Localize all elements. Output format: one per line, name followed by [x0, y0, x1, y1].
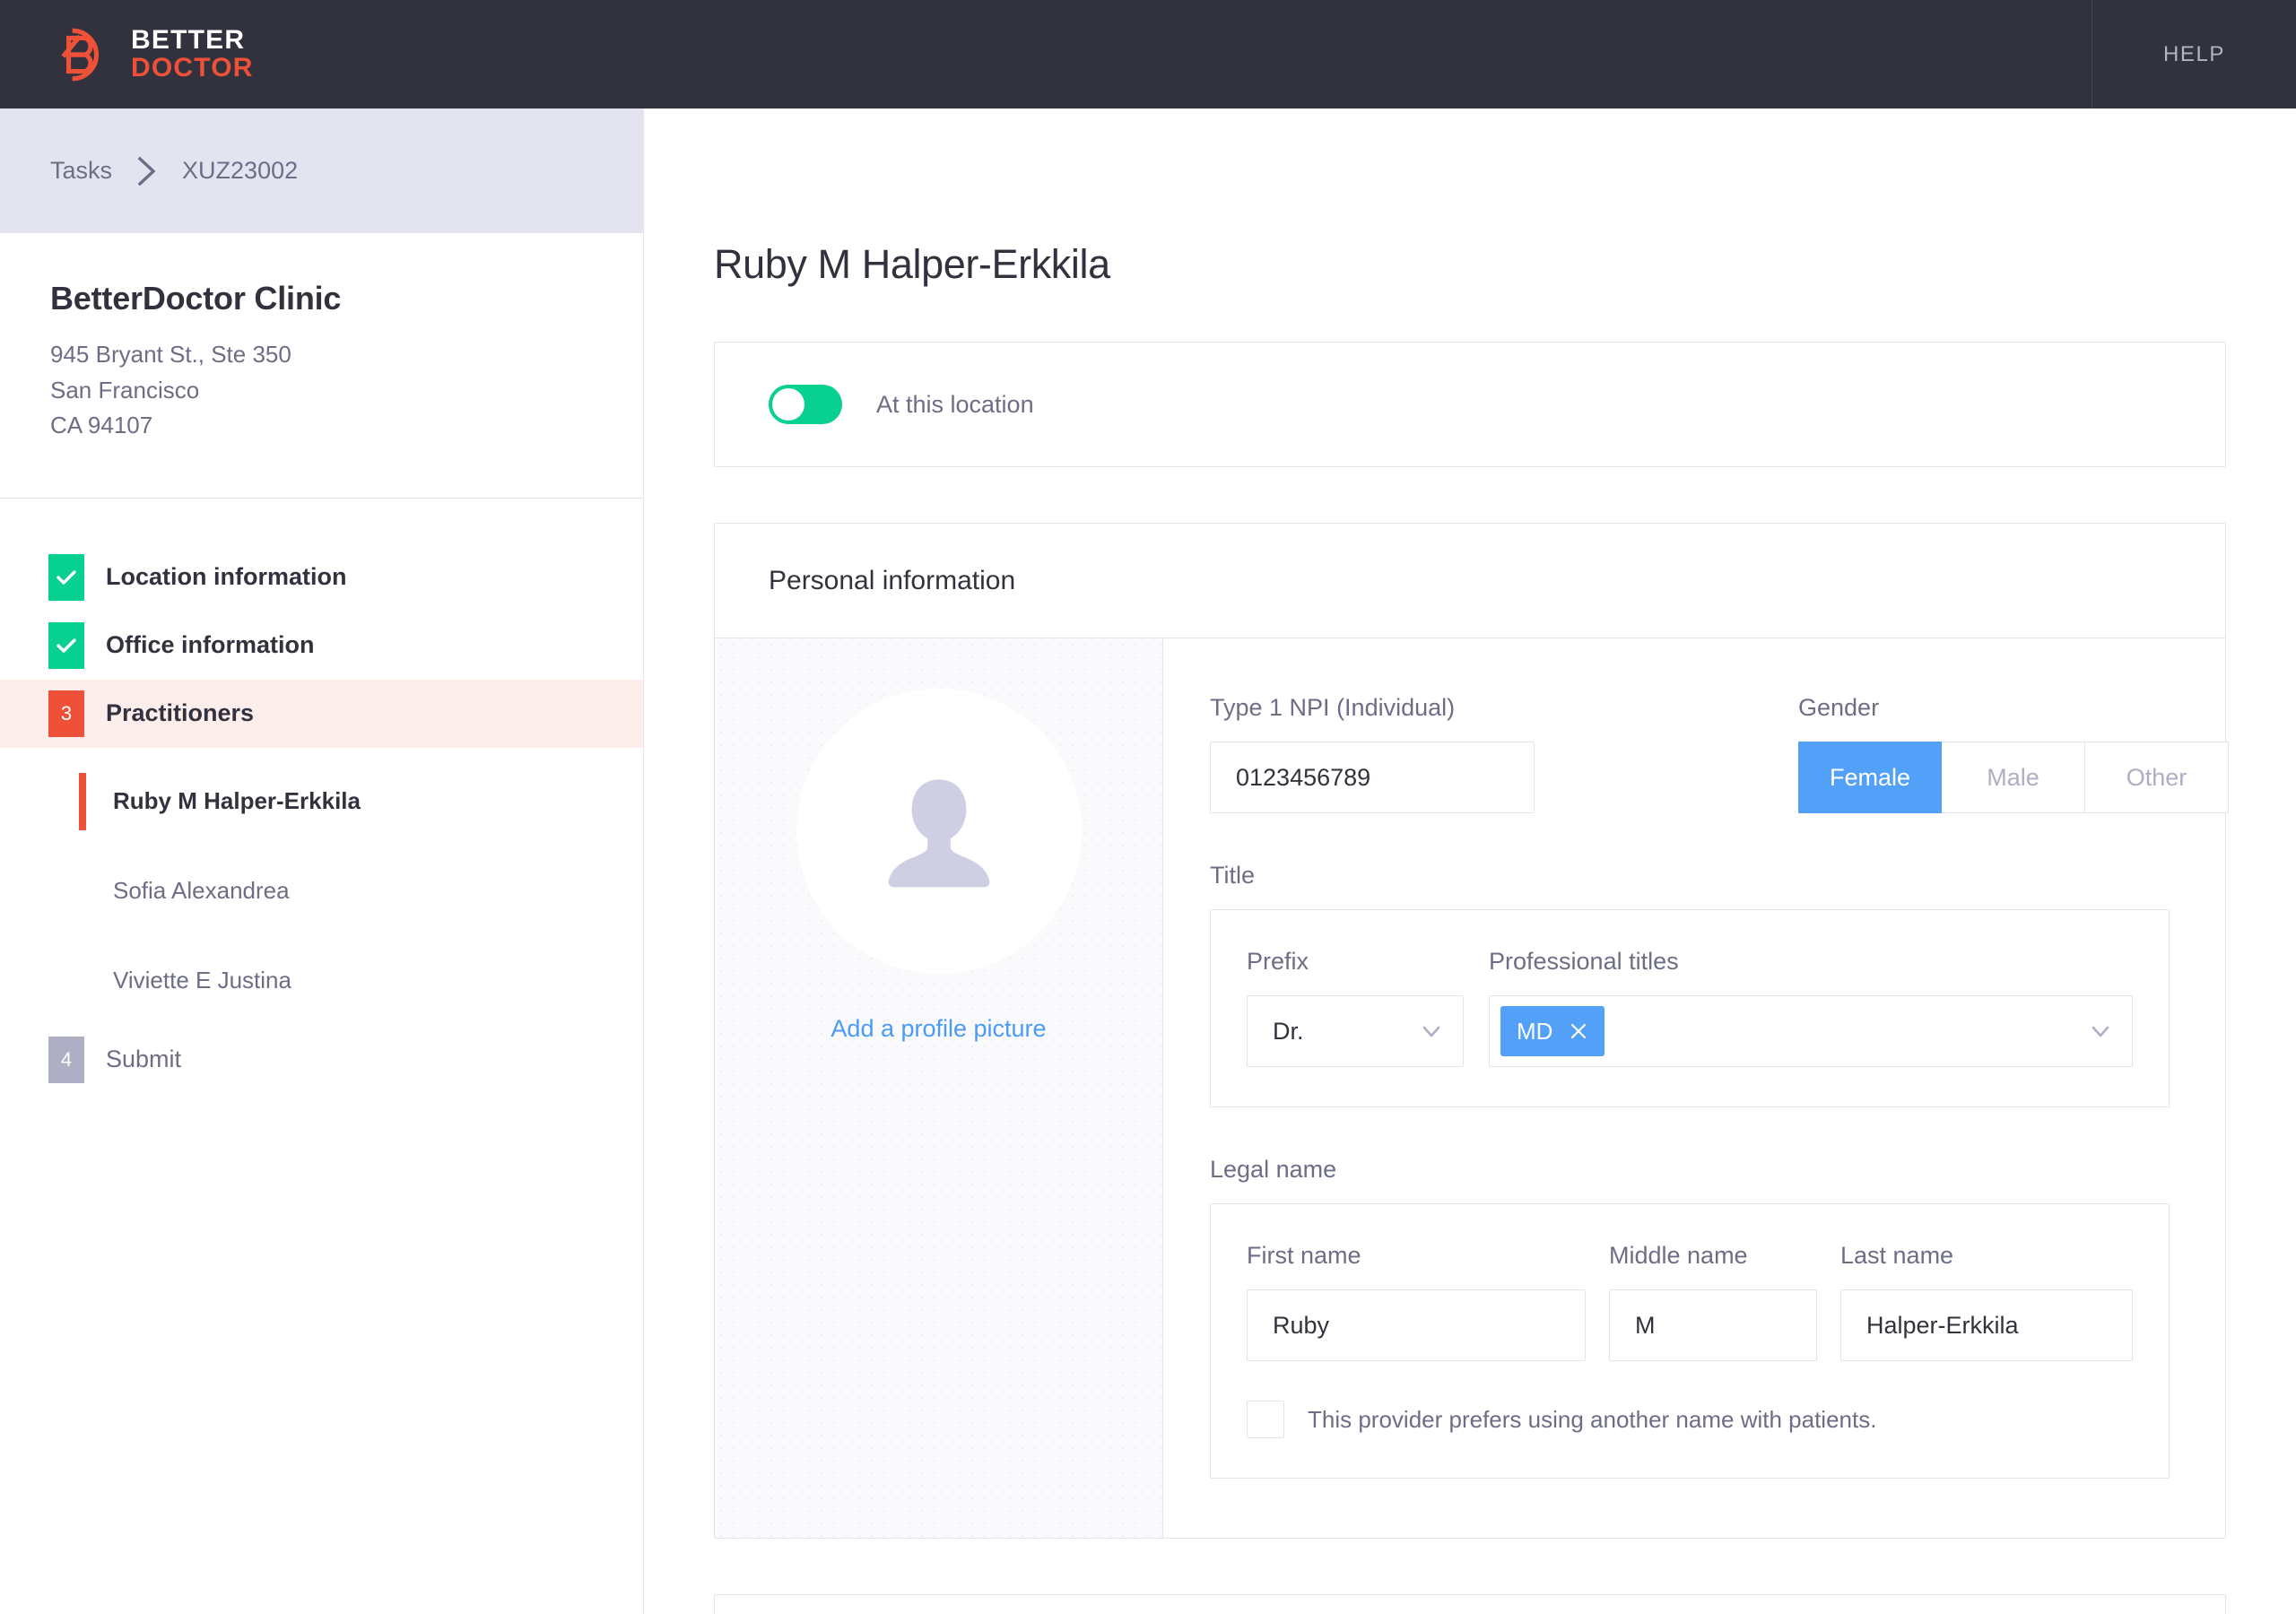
- npi-label: Type 1 NPI (Individual): [1210, 694, 1535, 722]
- gender-option-male[interactable]: Male: [1942, 742, 2085, 813]
- gender-label: Gender: [1798, 694, 2229, 722]
- personal-information-card: Personal information Add a profile pictu…: [714, 523, 2226, 1539]
- prefers-other-name-checkbox[interactable]: [1247, 1401, 1284, 1438]
- chip-label: MD: [1517, 1018, 1552, 1046]
- betterdoctor-logo-icon: [52, 25, 111, 84]
- prefix-label: Prefix: [1247, 948, 1464, 976]
- step-label: Office information: [106, 631, 315, 659]
- selected-indicator-bar: [79, 773, 86, 830]
- at-this-location-toggle[interactable]: [769, 385, 842, 424]
- prefix-select[interactable]: Dr.: [1247, 995, 1464, 1067]
- practitioner-name: Viviette E Justina: [79, 967, 291, 994]
- clinic-address: 945 Bryant St., Ste 350 San Francisco CA…: [50, 337, 593, 444]
- legal-name-group-label: Legal name: [1210, 1156, 2170, 1184]
- step-badge-number: 4: [48, 1037, 84, 1083]
- middle-name-field-group: Middle name M: [1609, 1242, 1817, 1361]
- at-this-location-card: At this location: [714, 342, 2226, 467]
- middle-name-label: Middle name: [1609, 1242, 1817, 1270]
- app-shell: Tasks XUZ23002 BetterDoctor Clinic 945 B…: [0, 108, 2296, 1614]
- title-subcard: Prefix Dr. Professional titles: [1210, 909, 2170, 1107]
- avatar-placeholder: [796, 689, 1082, 974]
- first-name-input[interactable]: Ruby: [1247, 1289, 1586, 1361]
- prefix-field-group: Prefix Dr.: [1247, 948, 1464, 1067]
- professional-titles-multiselect[interactable]: MD: [1489, 995, 2133, 1067]
- personal-information-body: Add a profile picture Type 1 NPI (Indivi…: [715, 638, 2225, 1538]
- clinic-address-line-2: San Francisco: [50, 373, 593, 409]
- help-button[interactable]: HELP: [2092, 0, 2296, 108]
- professional-title-chip[interactable]: MD: [1500, 1006, 1605, 1056]
- prefix-value: Dr.: [1273, 1018, 1304, 1046]
- gender-segmented-control: Female Male Other: [1798, 742, 2229, 813]
- clinic-address-line-3: CA 94107: [50, 408, 593, 444]
- last-name-field-group: Last name Halper-Erkkila: [1840, 1242, 2133, 1361]
- step-badge-complete: [48, 554, 84, 601]
- page-title: Ruby M Halper-Erkkila: [714, 241, 2244, 288]
- logo-text-better: BETTER: [131, 27, 254, 55]
- clinic-summary: BetterDoctor Clinic 945 Bryant St., Ste …: [0, 233, 643, 499]
- step-badge-number: 3: [48, 690, 84, 737]
- npi-gender-row: Type 1 NPI (Individual) 0123456789 Gende…: [1210, 694, 2170, 813]
- profile-picture-column: Add a profile picture: [715, 638, 1163, 1538]
- chevron-down-icon: [1420, 1020, 1443, 1043]
- last-name-label: Last name: [1840, 1242, 2133, 1270]
- section-title: Personal information: [769, 566, 1015, 596]
- main-content: Ruby M Halper-Erkkila At this location P…: [644, 108, 2296, 1614]
- app-logo[interactable]: BETTER DOCTOR: [52, 25, 254, 84]
- sidebar-step-submit[interactable]: 4 Submit: [0, 1026, 643, 1094]
- professional-titles-label: Professional titles: [1489, 948, 2133, 976]
- chevron-down-icon: [2089, 1020, 2112, 1043]
- breadcrumb-tasks[interactable]: Tasks: [50, 157, 112, 185]
- practitioner-list: Ruby M Halper-Erkkila Sofia Alexandrea V…: [0, 748, 643, 1026]
- last-name-input[interactable]: Halper-Erkkila: [1840, 1289, 2133, 1361]
- practitioner-name: Sofia Alexandrea: [79, 877, 290, 905]
- gender-option-other[interactable]: Other: [2085, 742, 2229, 813]
- workflow-steps: Location information Office information …: [0, 499, 643, 1094]
- personal-fields-column: Type 1 NPI (Individual) 0123456789 Gende…: [1163, 638, 2225, 1538]
- sidebar-step-practitioners[interactable]: 3 Practitioners: [0, 680, 643, 748]
- sidebar-step-location-information[interactable]: Location information: [0, 543, 643, 612]
- chevron-right-icon: [135, 156, 159, 187]
- first-name-label: First name: [1247, 1242, 1586, 1270]
- toggle-knob: [772, 388, 804, 421]
- prefers-other-name-row: This provider prefers using another name…: [1247, 1401, 2133, 1438]
- close-icon[interactable]: [1569, 1021, 1588, 1041]
- check-icon: [55, 634, 78, 657]
- title-group-label: Title: [1210, 862, 2170, 889]
- sidebar-step-office-information[interactable]: Office information: [0, 612, 643, 680]
- professional-titles-field-group: Professional titles MD: [1489, 948, 2133, 1067]
- top-bar: BETTER DOCTOR HELP: [0, 0, 2296, 108]
- add-profile-picture-link[interactable]: Add a profile picture: [831, 1015, 1046, 1043]
- legal-name-subcard: First name Ruby Middle name M Last name …: [1210, 1203, 2170, 1479]
- breadcrumb: Tasks XUZ23002: [0, 108, 643, 233]
- breadcrumb-current[interactable]: XUZ23002: [182, 157, 298, 185]
- practitioner-name: Ruby M Halper-Erkkila: [79, 787, 361, 815]
- middle-name-input[interactable]: M: [1609, 1289, 1817, 1361]
- logo-text-doctor: DOCTOR: [131, 55, 254, 82]
- at-this-location-label: At this location: [876, 391, 1034, 419]
- practitioner-item-viviette-e-justina[interactable]: Viviette E Justina: [0, 936, 643, 1026]
- contact-information-card: Contact information: [714, 1594, 2226, 1614]
- practitioner-item-ruby-m-halper-erkkila[interactable]: Ruby M Halper-Erkkila: [0, 757, 643, 846]
- user-avatar-icon: [867, 759, 1011, 903]
- title-grid: Prefix Dr. Professional titles: [1247, 948, 2133, 1067]
- step-label: Practitioners: [106, 699, 254, 727]
- npi-input[interactable]: 0123456789: [1210, 742, 1535, 813]
- contact-information-header: Contact information: [715, 1595, 2225, 1614]
- prefers-other-name-label: This provider prefers using another name…: [1308, 1406, 1876, 1434]
- check-icon: [55, 566, 78, 589]
- step-label: Location information: [106, 563, 346, 591]
- step-label: Submit: [106, 1046, 181, 1073]
- npi-field-group: Type 1 NPI (Individual) 0123456789: [1210, 694, 1535, 813]
- step-badge-complete: [48, 622, 84, 669]
- gender-field-group: Gender Female Male Other: [1798, 694, 2229, 813]
- personal-information-header: Personal information: [715, 524, 2225, 638]
- practitioner-item-sofia-alexandrea[interactable]: Sofia Alexandrea: [0, 846, 643, 936]
- sidebar: Tasks XUZ23002 BetterDoctor Clinic 945 B…: [0, 108, 644, 1614]
- first-name-field-group: First name Ruby: [1247, 1242, 1586, 1361]
- clinic-name: BetterDoctor Clinic: [50, 280, 593, 317]
- clinic-address-line-1: 945 Bryant St., Ste 350: [50, 337, 593, 373]
- legal-name-grid: First name Ruby Middle name M Last name …: [1247, 1242, 2133, 1361]
- gender-option-female[interactable]: Female: [1798, 742, 1942, 813]
